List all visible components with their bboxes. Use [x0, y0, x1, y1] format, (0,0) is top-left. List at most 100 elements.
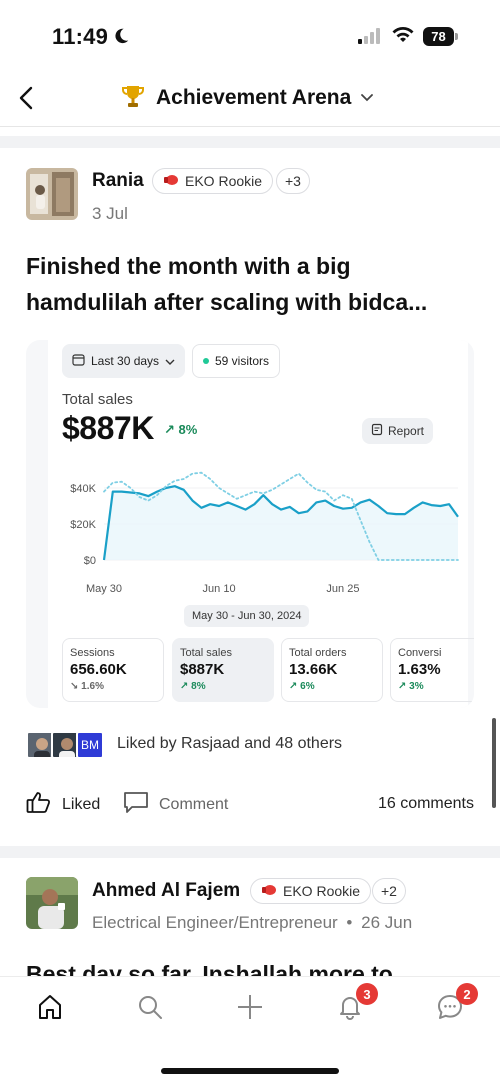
kpi-label: Total orders — [289, 647, 347, 659]
calendar-icon — [72, 353, 85, 369]
chevron-down-icon — [165, 354, 175, 368]
author-name[interactable]: Ahmed Al Fajem — [92, 880, 240, 902]
member-badge: EKO Rookie — [152, 168, 274, 194]
status-time: 11:49 — [52, 24, 109, 49]
post-actions: Liked Comment 16 comments — [0, 786, 500, 822]
wifi-icon — [391, 25, 415, 50]
avatar[interactable] — [26, 877, 78, 929]
plus-icon — [238, 995, 262, 1019]
nav-search[interactable] — [128, 987, 172, 1027]
sales-dashboard: Last 30 days 59 visitors Total sales $88… — [48, 340, 474, 708]
author-headline: Electrical Engineer/Entrepreneur — [92, 913, 338, 932]
kpi-label: Sessions — [70, 647, 115, 659]
chevron-down-icon — [361, 89, 374, 107]
author-subtitle: Electrical Engineer/Entrepreneur • 26 Ju… — [92, 913, 413, 932]
moon-icon — [112, 27, 130, 50]
avatar[interactable] — [26, 168, 78, 220]
report-icon — [371, 423, 384, 439]
x-tick-label: Jun 10 — [203, 583, 236, 595]
visitors-pill: 59 visitors — [192, 344, 281, 378]
report-button: Report — [362, 418, 434, 444]
avatar — [51, 731, 79, 759]
comment-label: Comment — [159, 795, 229, 813]
author-name[interactable]: Rania — [92, 170, 144, 192]
kpi-value: $887K — [180, 661, 225, 678]
kpi-card-conversion: Conversi 1.63% ↗ 3% — [390, 638, 474, 702]
boxing-glove-icon — [261, 883, 277, 899]
nav-notifications[interactable]: 3 — [328, 983, 378, 1027]
y-tick-label: $20K — [70, 519, 96, 531]
trophy-icon — [120, 83, 146, 114]
kpi-value: 13.66K — [289, 661, 338, 678]
date-range-caption-text: May 30 - Jun 30, 2024 — [192, 610, 302, 622]
home-indicator — [161, 1068, 339, 1074]
page-title: Achievement Arena — [156, 86, 352, 109]
likes-summary[interactable]: Liked by Rasjaad and 48 others — [117, 735, 342, 753]
feed-gap — [0, 846, 500, 858]
like-label: Liked — [62, 795, 101, 813]
nav-home[interactable] — [28, 987, 72, 1027]
more-badges[interactable]: +3 — [276, 168, 310, 194]
nav-messages[interactable]: 2 — [428, 983, 478, 1027]
kpi-card-sessions: Sessions 656.60K ↘ 1.6% — [62, 638, 164, 702]
post-title[interactable]: Finished the month with a big hamdulilah… — [26, 248, 476, 320]
nav-create[interactable] — [228, 987, 272, 1027]
divider — [0, 126, 500, 127]
kpi-delta: ↗ 8% — [180, 681, 206, 692]
comments-count[interactable]: 16 comments — [378, 795, 474, 813]
member-badge: EKO Rookie — [250, 878, 372, 904]
kpi-card-total-sales: Total sales $887K ↗ 8% — [172, 638, 274, 702]
home-icon — [39, 995, 61, 1019]
kpi-delta: ↗ 6% — [289, 681, 315, 692]
y-tick-label: $40K — [70, 483, 96, 495]
badge-label: EKO Rookie — [283, 883, 361, 899]
delta-value: 8% — [178, 422, 198, 437]
date-range-caption: May 30 - Jun 30, 2024 — [184, 605, 310, 627]
kpi-delta-value: 8% — [191, 681, 206, 692]
post-image[interactable]: Last 30 days 59 visitors Total sales $88… — [26, 340, 474, 708]
live-dot-icon — [203, 358, 209, 364]
more-badges-count: +3 — [285, 173, 301, 189]
thumbs-up-icon — [26, 790, 52, 819]
kpi-value: 656.60K — [70, 661, 127, 678]
post-title[interactable]: Best day so far, Inshallah more to — [26, 956, 476, 976]
kpi-card-total-orders: Total orders 13.66K ↗ 6% — [281, 638, 383, 702]
like-button[interactable]: Liked — [26, 790, 100, 819]
sales-line-chart: $0 $20K $40K May 30 Jun 10 Jun 25 — [70, 471, 459, 595]
total-sales-delta: ↗ 8% — [164, 422, 198, 437]
boxing-glove-icon — [163, 173, 179, 189]
more-badges[interactable]: +2 — [372, 878, 406, 904]
feed-gap — [0, 136, 500, 148]
community-switcher[interactable]: Achievement Arena — [120, 82, 374, 114]
total-sales-value: $887K — [62, 410, 154, 446]
date-range-dropdown: Last 30 days — [62, 344, 186, 378]
bottom-navigation: 3 2 — [0, 976, 500, 1084]
liker-avatars[interactable]: BM — [26, 731, 104, 759]
series-area — [104, 486, 458, 560]
kpi-value: 1.63% — [398, 661, 441, 678]
back-button[interactable] — [6, 78, 46, 118]
more-badges-count: +2 — [381, 883, 397, 899]
kpi-label: Total sales — [180, 647, 232, 659]
badge-label: EKO Rookie — [185, 173, 263, 189]
chevron-left-icon — [19, 86, 33, 110]
battery-icon: 78 — [423, 27, 458, 46]
post-title-line: hamdulilah after scaling with bidca... — [26, 289, 428, 315]
x-tick-label: Jun 25 — [326, 583, 359, 595]
comment-button[interactable]: Comment — [123, 790, 228, 819]
status-bar: 11:49 78 — [0, 0, 500, 70]
kpi-delta-value: 3% — [409, 681, 424, 692]
top-app-bar: Achievement Arena — [0, 70, 500, 126]
kpi-delta-value: 1.6% — [81, 681, 104, 692]
post-title-line: Best day so far, Inshallah more to — [26, 961, 393, 976]
kpi-label: Conversi — [398, 647, 442, 659]
kpi-delta-value: 6% — [300, 681, 315, 692]
kpi-delta: ↘ 1.6% — [70, 681, 104, 692]
scrollbar[interactable] — [492, 718, 496, 808]
notifications-badge: 3 — [356, 983, 378, 1005]
cellular-signal-icon — [358, 28, 384, 49]
total-sales-label: Total sales — [62, 391, 133, 408]
avatar-initials: BM — [76, 731, 104, 759]
visitors-count: 59 visitors — [215, 354, 270, 368]
messages-badge: 2 — [456, 983, 478, 1005]
